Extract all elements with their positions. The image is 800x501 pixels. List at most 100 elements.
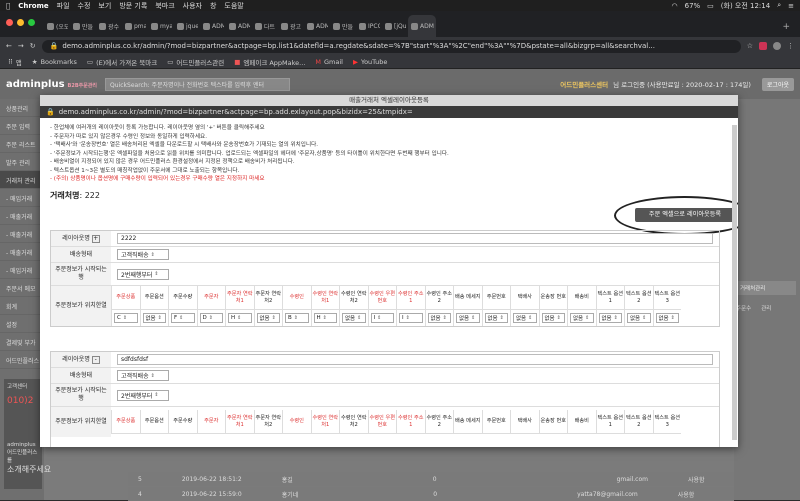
browser-tab[interactable]: ADM× xyxy=(200,15,224,37)
column-select[interactable]: 없음 xyxy=(456,313,480,323)
address-bar[interactable]: 🔒 demo.adminplus.co.kr/admin/?mod=bizpar… xyxy=(42,40,741,53)
search-icon[interactable]: ⌕ xyxy=(777,1,781,10)
browser-tab[interactable]: ADM× xyxy=(408,15,436,37)
remove-layout-button[interactable]: - xyxy=(92,356,100,364)
sidebar-item[interactable]: 결제및 부가 xyxy=(0,333,44,351)
more-menu-icon[interactable]: ⋮ xyxy=(787,42,794,50)
menu-view[interactable]: 보기 xyxy=(98,1,111,11)
column-select[interactable]: C xyxy=(114,313,138,323)
popup-url[interactable]: demo.adminplus.co.kr/admin/?mod=bizpartn… xyxy=(59,108,413,116)
column-select[interactable]: F xyxy=(171,313,195,323)
column-select[interactable]: D xyxy=(200,313,224,323)
new-tab-icon[interactable]: + xyxy=(782,22,790,32)
start-row-select[interactable]: 2번째행부터 xyxy=(117,390,169,401)
column-select[interactable]: 없음 xyxy=(656,313,680,323)
bookmark-appmaker[interactable]: ■엠페이크 AppMake... xyxy=(234,57,305,67)
menu-file[interactable]: 파일 xyxy=(57,1,70,11)
extension-icon[interactable] xyxy=(759,42,767,50)
sidebar-item[interactable]: 회계 xyxy=(0,297,44,315)
browser-tab[interactable]: 만들× xyxy=(70,15,94,37)
browser-tab[interactable]: [jQu× xyxy=(382,15,406,37)
browser-tab[interactable]: 광수× xyxy=(96,15,120,37)
sidebar-item[interactable]: - 매입거래 xyxy=(0,189,44,207)
sidebar-item[interactable]: 주문서 메모 xyxy=(0,279,44,297)
layout-name-input[interactable]: sdfdsfdsf xyxy=(117,354,713,365)
bookmark-youtube[interactable]: ▶YouTube xyxy=(353,58,387,66)
star-icon[interactable]: ☆ xyxy=(747,42,753,50)
menu-people[interactable]: 사용자 xyxy=(183,1,202,11)
column-select[interactable]: 없음 xyxy=(599,313,623,323)
start-row-select[interactable]: 2번째행부터 xyxy=(117,269,169,280)
browser-tab[interactable]: mya× xyxy=(148,15,172,37)
column-select[interactable]: 없음 xyxy=(428,313,452,323)
sidebar-item[interactable]: - 매출거래 xyxy=(0,207,44,225)
menu-window[interactable]: 창 xyxy=(210,1,216,11)
column-select[interactable]: I xyxy=(399,313,423,323)
reload-icon[interactable]: ↻ xyxy=(30,42,36,50)
sidebar-item[interactable]: 상품관리 xyxy=(0,99,44,117)
column-select[interactable]: 없음 xyxy=(513,313,537,323)
sidebar-item[interactable]: 거래처 관리 xyxy=(0,171,44,189)
sidebar-item[interactable]: 주문 리스트 xyxy=(0,135,44,153)
sidebar-item[interactable]: 설정 xyxy=(0,315,44,333)
ad-box[interactable]: 고객센터 010)2 adminplus 어드민플러스를 소개해주세요 xyxy=(4,379,42,489)
column-select[interactable]: 없음 xyxy=(627,313,651,323)
sidebar-item[interactable]: 발주 관리 xyxy=(0,153,44,171)
column-select[interactable]: 없음 xyxy=(342,313,366,323)
browser-tab[interactable]: (오도× xyxy=(44,15,68,37)
bookmark-apps[interactable]: ⠿앱 xyxy=(8,57,22,67)
column-select[interactable]: 없음 xyxy=(143,313,167,323)
clock[interactable]: (화) 오전 12:14 xyxy=(721,1,770,11)
delivery-select[interactable]: 고객직배송 xyxy=(117,370,169,381)
sidebar-item[interactable]: - 매입거래 xyxy=(0,261,44,279)
popup-scrollbar[interactable] xyxy=(732,125,737,440)
menu-list-icon[interactable]: ≡ xyxy=(788,2,794,10)
column-select[interactable]: H xyxy=(228,313,252,323)
logout-button[interactable]: 로그아웃 xyxy=(762,78,794,91)
apple-icon[interactable]:  xyxy=(6,2,10,10)
bookmark-bookmarks[interactable]: ★Bookmarks xyxy=(32,58,77,66)
browser-tab[interactable]: pma× xyxy=(122,15,146,37)
bookmark-gmail[interactable]: MGmail xyxy=(315,58,343,66)
bookmark-imported[interactable]: ▭(E)에서 가져온 북마크 xyxy=(87,57,157,67)
sidebar-item[interactable]: 주문 입력 xyxy=(0,117,44,135)
battery-percent[interactable]: 67% xyxy=(685,2,701,10)
sidebar-item[interactable]: - 매출거래 xyxy=(0,225,44,243)
quicksearch-input[interactable]: QuickSearch: 주문자명이나 전화번호 텍스타를 입력후 엔터 xyxy=(105,78,290,91)
minimize-window-button[interactable] xyxy=(17,19,24,26)
column-select[interactable]: 없음 xyxy=(542,313,566,323)
browser-tab[interactable]: 광고× xyxy=(278,15,302,37)
tab-partner-manage[interactable]: 거래처관리 xyxy=(736,281,796,295)
menu-bookmarks[interactable]: 북마크 xyxy=(155,1,174,11)
profile-icon[interactable] xyxy=(773,42,781,50)
browser-tab[interactable]: IPCC× xyxy=(356,15,380,37)
site-logo[interactable]: adminplusB2B주문관리 xyxy=(6,79,97,90)
browser-tab[interactable]: ADM× xyxy=(226,15,250,37)
layout-name-input[interactable]: 2222 xyxy=(117,233,713,244)
back-icon[interactable]: ← xyxy=(6,42,12,50)
column-select[interactable]: 없음 xyxy=(485,313,509,323)
browser-tab[interactable]: 다트× xyxy=(252,15,276,37)
folder-icon: ▭ xyxy=(167,58,173,66)
bookmark-adminplus[interactable]: ▭어드민플러스관련 xyxy=(167,57,224,67)
column-select[interactable]: B xyxy=(285,313,309,323)
column-select[interactable]: H xyxy=(314,313,338,323)
column-select[interactable]: 없음 xyxy=(257,313,281,323)
delivery-select[interactable]: 고객직배송 xyxy=(117,249,169,260)
column-select[interactable]: 없음 xyxy=(570,313,594,323)
column-select[interactable]: I xyxy=(371,313,395,323)
browser-tab[interactable]: 만들× xyxy=(330,15,354,37)
sidebar-item[interactable]: 어드민플러스 xyxy=(0,351,44,369)
sidebar-item[interactable]: - 매출거래 xyxy=(0,243,44,261)
menu-help[interactable]: 도움말 xyxy=(224,1,243,11)
browser-tab[interactable]: jque× xyxy=(174,15,198,37)
menubar-app-name[interactable]: Chrome xyxy=(18,2,48,10)
browser-tab[interactable]: ADM× xyxy=(304,15,328,37)
zoom-window-button[interactable] xyxy=(28,19,35,26)
menu-history[interactable]: 방문 기록 xyxy=(119,1,147,11)
add-layout-button[interactable]: + xyxy=(92,235,100,243)
forward-icon[interactable]: → xyxy=(18,42,24,50)
menu-edit[interactable]: 수정 xyxy=(78,1,91,11)
close-window-button[interactable] xyxy=(6,19,13,26)
wifi-icon[interactable]: ◠ xyxy=(672,2,678,10)
